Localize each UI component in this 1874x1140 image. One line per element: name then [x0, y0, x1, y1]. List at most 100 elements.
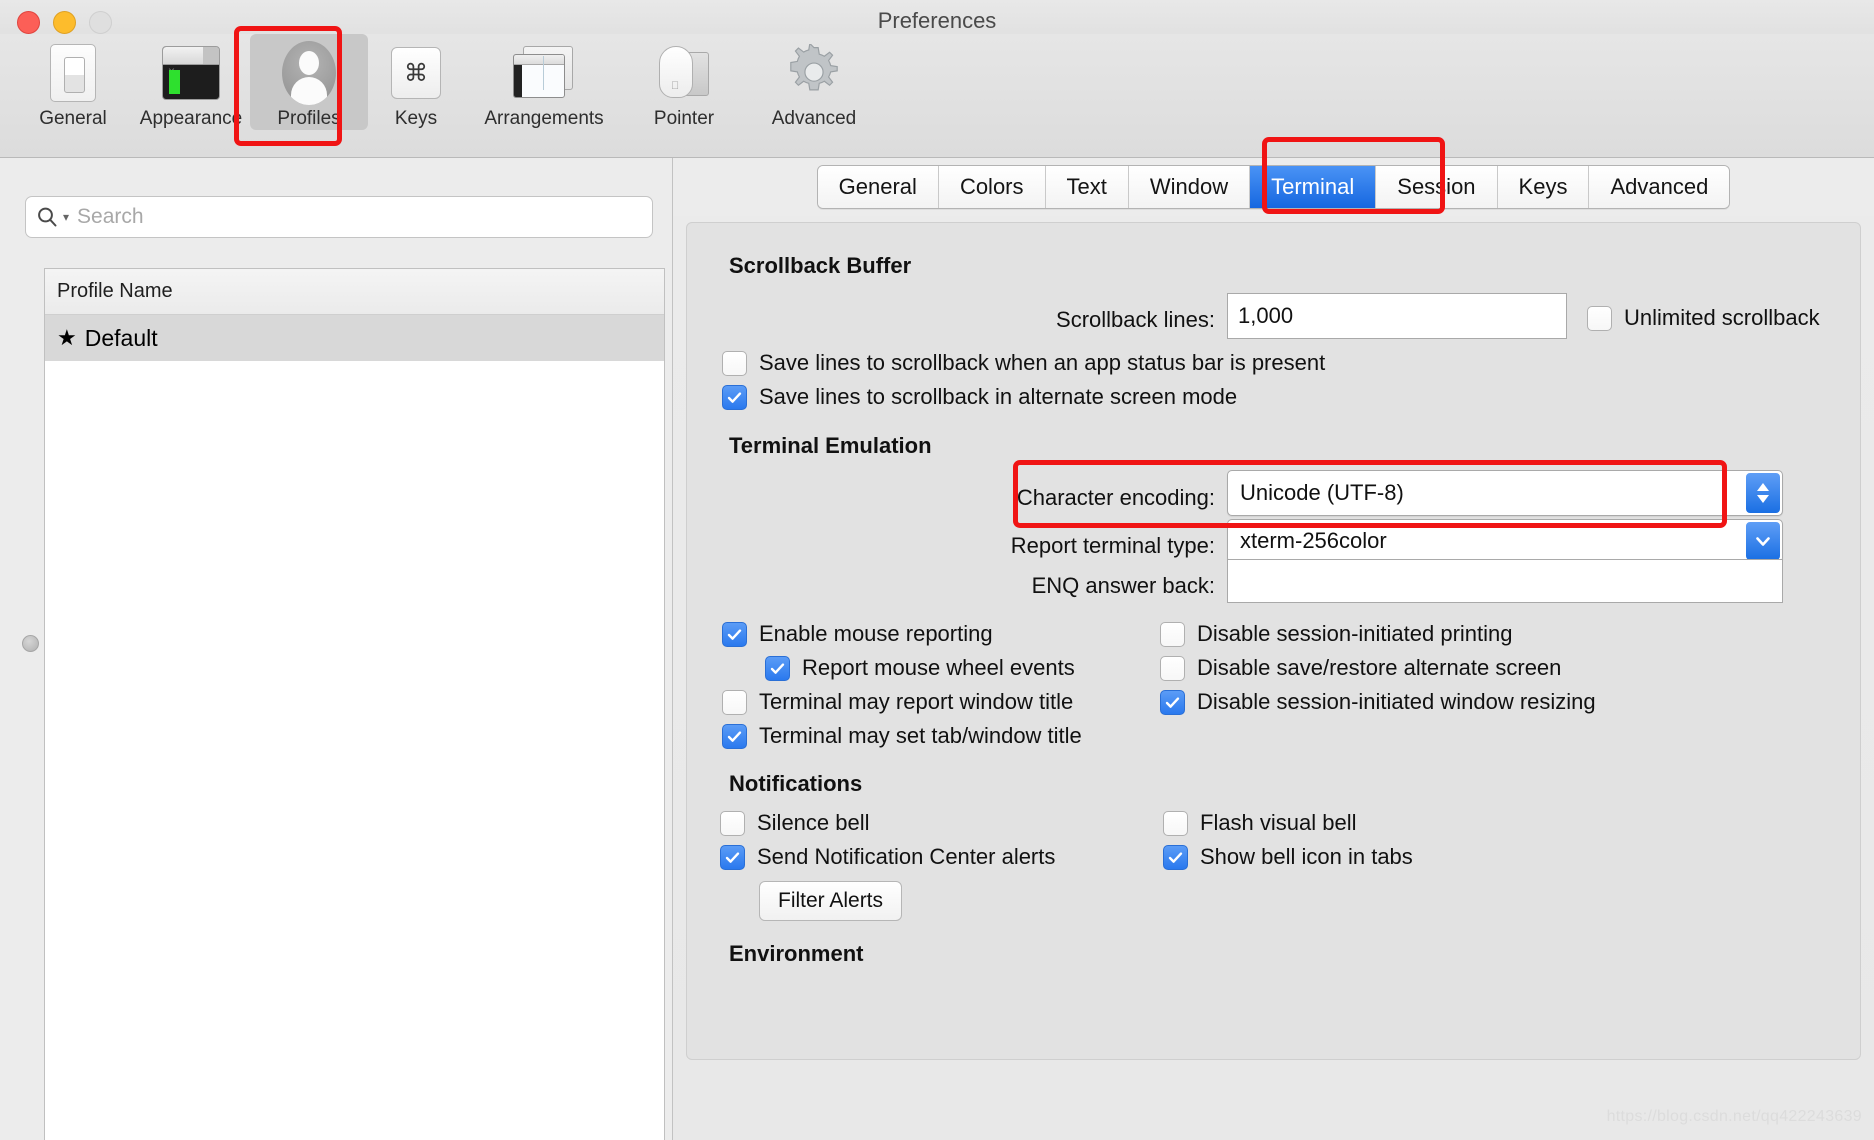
checkbox-box	[1163, 810, 1188, 836]
general-icon	[50, 40, 96, 106]
scrollback-section-title: Scrollback Buffer	[729, 253, 912, 278]
disable-save-restore-alt-screen-checkbox[interactable]: Disable save/restore alternate screen	[1160, 655, 1561, 681]
chevron-down-icon[interactable]: ▾	[63, 210, 69, 224]
checkbox-box	[1587, 305, 1612, 331]
enq-answer-back-input[interactable]	[1227, 559, 1783, 603]
character-encoding-label: Character encoding:	[1016, 485, 1215, 510]
disable-save-restore-alt-screen-label: Disable save/restore alternate screen	[1197, 655, 1562, 680]
report-terminal-type-value: xterm-256color	[1240, 528, 1387, 553]
checkbox-box	[1160, 621, 1185, 647]
sidebar-resize-handle[interactable]	[22, 635, 39, 652]
notifications-section-title: Notifications	[729, 771, 863, 796]
toolbar-item-advanced-label: Advanced	[771, 108, 857, 129]
toolbar-item-profiles-label: Profiles	[277, 108, 341, 129]
silence-bell-label: Silence bell	[757, 810, 870, 835]
flash-visual-bell-checkbox[interactable]: Flash visual bell	[1163, 810, 1357, 836]
profiles-icon	[282, 40, 336, 106]
default-profile-star-icon: ★	[57, 325, 77, 350]
toolbar-item-general-label: General	[39, 108, 107, 129]
advanced-icon	[785, 40, 843, 106]
terminal-report-window-title-checkbox[interactable]: Terminal may report window title	[722, 689, 1073, 715]
checkbox-box	[722, 723, 747, 749]
checkbox-box	[1160, 655, 1185, 681]
toolbar-item-pointer-label: Pointer	[653, 108, 715, 129]
checkbox-box	[720, 810, 745, 836]
search-input[interactable]: ▾ Search	[25, 196, 653, 238]
profile-name: Default	[84, 324, 158, 351]
tab-group: General Colors Text Window Terminal Sess…	[816, 165, 1731, 209]
scrollback-lines-input[interactable]: 1,000	[1227, 293, 1567, 339]
tab-keys[interactable]: Keys	[1496, 166, 1589, 208]
tab-window[interactable]: Window	[1127, 166, 1250, 208]
profiles-sidebar: ▾ Search Profile Name ★ Default Tags > +…	[0, 158, 673, 1140]
search-placeholder: Search	[77, 205, 144, 228]
terminal-report-window-title-label: Terminal may report window title	[759, 689, 1074, 714]
arrangements-icon	[513, 40, 575, 106]
emulation-section-title: Terminal Emulation	[729, 433, 932, 458]
toolbar-item-general[interactable]: General	[14, 34, 132, 130]
tab-session[interactable]: Session	[1375, 166, 1497, 208]
table-row[interactable]: ★ Default	[45, 315, 664, 361]
silence-bell-checkbox[interactable]: Silence bell	[720, 810, 870, 836]
preferences-toolbar: General × Appearance Profiles ⌘ Keys Arr…	[0, 34, 1874, 158]
terminal-set-tab-title-checkbox[interactable]: Terminal may set tab/window title	[722, 723, 1082, 749]
checkbox-box	[722, 350, 747, 376]
stepper-arrows-icon[interactable]	[1746, 473, 1780, 513]
chevron-down-icon[interactable]	[1746, 522, 1780, 560]
save-lines-alternate-label: Save lines to scrollback in alternate sc…	[759, 384, 1238, 409]
checkbox-box	[1163, 844, 1188, 870]
keys-icon: ⌘	[391, 40, 441, 106]
watermark: https://blog.csdn.net/qq422243639	[1606, 1108, 1862, 1125]
save-lines-status-bar-checkbox[interactable]: Save lines to scrollback when an app sta…	[722, 350, 1325, 376]
tab-general[interactable]: General	[817, 166, 938, 208]
toolbar-item-appearance[interactable]: × Appearance	[132, 34, 250, 130]
tab-text[interactable]: Text	[1044, 166, 1128, 208]
window-title: Preferences	[877, 8, 997, 33]
tab-colors[interactable]: Colors	[937, 166, 1045, 208]
tab-advanced[interactable]: Advanced	[1588, 166, 1730, 208]
toolbar-item-pointer[interactable]:  Pointer	[624, 34, 744, 130]
save-lines-status-bar-label: Save lines to scrollback when an app sta…	[759, 350, 1326, 375]
report-terminal-type-label: Report terminal type:	[1010, 533, 1215, 558]
unlimited-scrollback-label: Unlimited scrollback	[1624, 305, 1820, 330]
checkbox-box	[722, 689, 747, 715]
toolbar-item-keys[interactable]: ⌘ Keys	[368, 34, 464, 130]
send-notification-center-alerts-label: Send Notification Center alerts	[757, 844, 1056, 869]
send-notification-center-alerts-checkbox[interactable]: Send Notification Center alerts	[720, 844, 1055, 870]
pointer-icon: 	[655, 40, 713, 106]
disable-session-window-resizing-label: Disable session-initiated window resizin…	[1197, 689, 1596, 714]
scrollback-lines-label: Scrollback lines:	[1056, 307, 1215, 332]
report-mouse-wheel-label: Report mouse wheel events	[802, 655, 1075, 680]
toolbar-item-profiles[interactable]: Profiles	[250, 34, 368, 130]
character-encoding-value: Unicode (UTF-8)	[1240, 480, 1404, 505]
report-mouse-wheel-checkbox[interactable]: Report mouse wheel events	[765, 655, 1075, 681]
enable-mouse-reporting-checkbox[interactable]: Enable mouse reporting	[722, 621, 993, 647]
search-icon	[36, 206, 58, 228]
enq-answer-back-label: ENQ answer back:	[1031, 573, 1215, 598]
save-lines-alternate-checkbox[interactable]: Save lines to scrollback in alternate sc…	[722, 384, 1237, 410]
checkbox-box	[765, 655, 790, 681]
tab-terminal[interactable]: Terminal	[1249, 166, 1376, 208]
toolbar-item-keys-label: Keys	[394, 108, 438, 129]
toolbar-item-advanced[interactable]: Advanced	[744, 34, 884, 130]
show-bell-icon-in-tabs-checkbox[interactable]: Show bell icon in tabs	[1163, 844, 1413, 870]
checkbox-box	[722, 621, 747, 647]
disable-session-printing-checkbox[interactable]: Disable session-initiated printing	[1160, 621, 1513, 647]
terminal-set-tab-title-label: Terminal may set tab/window title	[759, 723, 1082, 748]
preferences-window: Preferences General × Appearance Profile…	[0, 0, 1874, 1140]
environment-section-title: Environment	[729, 941, 864, 966]
filter-alerts-button[interactable]: Filter Alerts	[759, 881, 903, 921]
character-encoding-select[interactable]: Unicode (UTF-8)	[1227, 470, 1783, 516]
show-bell-icon-in-tabs-label: Show bell icon in tabs	[1200, 844, 1413, 869]
appearance-icon: ×	[162, 40, 220, 106]
checkbox-box	[722, 384, 747, 410]
report-terminal-type-select[interactable]: xterm-256color	[1227, 519, 1783, 563]
checkbox-box	[720, 844, 745, 870]
enable-mouse-reporting-label: Enable mouse reporting	[759, 621, 993, 646]
terminal-settings-pane: Scrollback Buffer Scrollback lines: 1,00…	[686, 222, 1861, 1060]
unlimited-scrollback-checkbox[interactable]: Unlimited scrollback	[1587, 305, 1820, 331]
profile-tabbar: General Colors Text Window Terminal Sess…	[673, 158, 1874, 216]
toolbar-item-arrangements[interactable]: Arrangements	[464, 34, 624, 130]
disable-session-window-resizing-checkbox[interactable]: Disable session-initiated window resizin…	[1160, 689, 1596, 715]
profiles-column-header[interactable]: Profile Name	[45, 269, 664, 315]
